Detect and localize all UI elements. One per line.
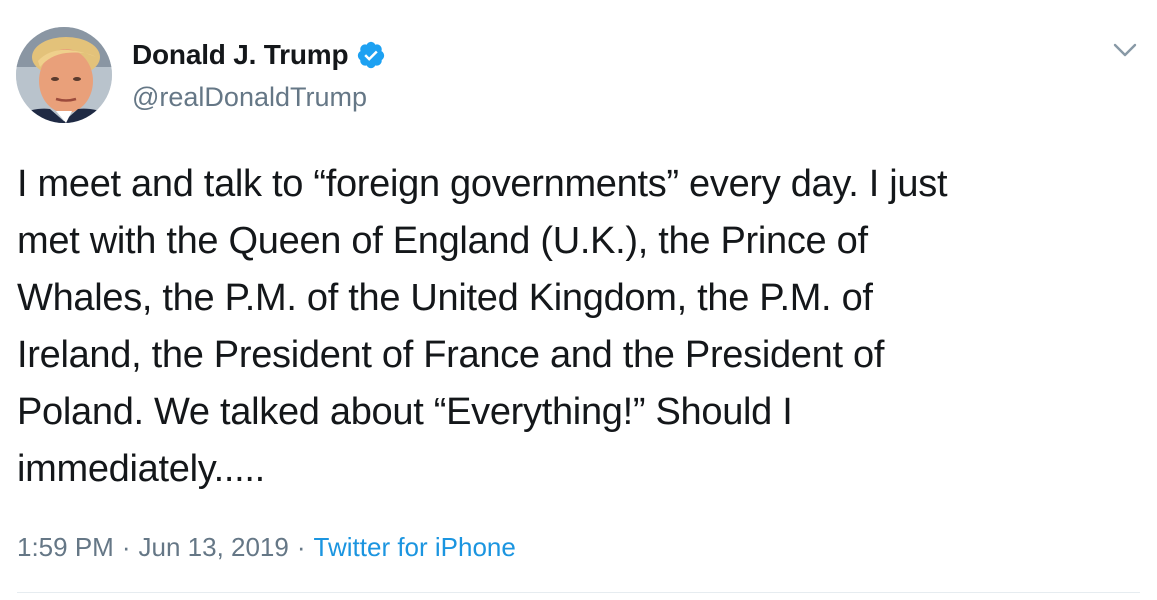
author-handle[interactable]: @realDonaldTrump: [132, 81, 367, 113]
tweet-card: Donald J. Trump @realDonaldTrump I meet …: [0, 0, 1157, 600]
meta-separator: ·: [121, 532, 131, 562]
tweet-text: I meet and talk to “foreign governments”…: [17, 163, 948, 490]
avatar[interactable]: [16, 27, 112, 123]
verified-badge-icon: [356, 40, 386, 70]
author-display-name[interactable]: Donald J. Trump: [132, 38, 349, 72]
tweet-time[interactable]: 1:59 PM: [17, 532, 114, 562]
chevron-down-icon: [1113, 43, 1137, 57]
tweet-date[interactable]: Jun 13, 2019: [139, 532, 289, 562]
divider: [17, 592, 1140, 593]
author-name-row: Donald J. Trump: [132, 38, 386, 72]
tweet-menu-button[interactable]: [1110, 38, 1140, 62]
meta-separator: ·: [296, 532, 306, 562]
avatar-photo-icon: [16, 27, 112, 123]
tweet-source-link[interactable]: Twitter for iPhone: [314, 532, 516, 562]
tweet-metadata: 1:59 PM · Jun 13, 2019 · Twitter for iPhone: [17, 530, 516, 564]
